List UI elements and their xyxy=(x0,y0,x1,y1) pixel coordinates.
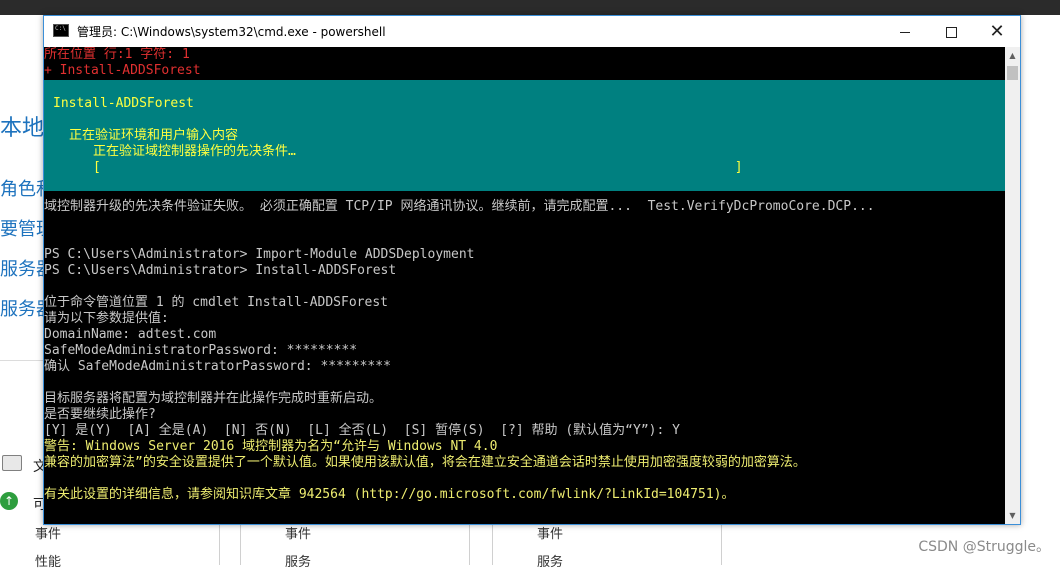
progress-panel: Install-ADDSForest 正在验证环境和用户输入内容 正在验证域控制… xyxy=(44,80,1005,191)
prompt-command-line: PS C:\Users\Administrator> Install-ADDSF… xyxy=(44,263,397,278)
status-ok-icon: ↑ xyxy=(0,492,18,510)
console-output-line: [Y] 是(Y) [A] 全是(A) [N] 否(N) [L] 全否(L) [S… xyxy=(44,423,680,438)
console-output-line: 请为以下参数提供值: xyxy=(44,311,169,326)
pane-row-events[interactable]: 事件 xyxy=(537,523,563,542)
watermark: CSDN @Struggle。 xyxy=(918,539,1050,555)
console-output-line: 位于命令管道位置 1 的 cmdlet Install-ADDSForest xyxy=(44,295,388,310)
console-window[interactable]: 管理员: C:\Windows\system32\cmd.exe - power… xyxy=(43,15,1021,525)
close-icon: ✕ xyxy=(989,21,1005,42)
console-output-line: SafeModeAdministratorPassword: ********* xyxy=(44,343,358,358)
scroll-down-arrow-icon[interactable]: ▼ xyxy=(1005,507,1020,524)
pane-row-services[interactable]: 服务 xyxy=(285,551,311,570)
minimize-icon xyxy=(900,32,910,33)
console-output-line: 警告: Windows Server 2016 域控制器为名为“允许与 Wind… xyxy=(44,439,498,454)
background-local-server-title: 本地 xyxy=(0,116,45,141)
vertical-scrollbar[interactable]: ▲ ▼ xyxy=(1005,47,1020,524)
console-output-line: 确认 SafeModeAdministratorPassword: ******… xyxy=(44,359,391,374)
background-window-top-strip xyxy=(0,0,1060,15)
pane-row-events[interactable]: 事件 xyxy=(285,523,311,542)
progress-activity: Install-ADDSForest xyxy=(53,96,194,111)
pane-row-services[interactable]: 服务 xyxy=(537,551,563,570)
console-app-icon[interactable] xyxy=(53,24,69,37)
progress-operation: 正在验证域控制器操作的先决条件… xyxy=(93,144,296,159)
close-button[interactable]: ✕ xyxy=(974,16,1020,47)
folder-icon xyxy=(2,455,22,471)
progress-bar: [ ] xyxy=(93,160,743,175)
console-output-line: 目标服务器将配置为域控制器并在此操作完成时重新启动。 xyxy=(44,391,383,406)
error-location-line: 所在位置 行:1 字符: 1 xyxy=(44,47,190,62)
error-command-line: + Install-ADDSForest xyxy=(44,63,201,78)
console-output-line: 域控制器升级的先决条件验证失败。 必须正确配置 TCP/IP 网络通讯协议。继续… xyxy=(44,199,875,214)
pane-row-events[interactable]: 事件 xyxy=(35,523,61,542)
prompt-command-line: PS C:\Users\Administrator> Import-Module… xyxy=(44,247,475,262)
maximize-button[interactable] xyxy=(928,16,974,47)
title-bar[interactable]: 管理员: C:\Windows\system32\cmd.exe - power… xyxy=(44,16,1020,47)
console-output[interactable]: 所在位置 行:1 字符: 1 + Install-ADDSForest Inst… xyxy=(44,47,1005,524)
console-output-line: 有关此设置的详细信息，请参阅知识库文章 942564 (http://go.mi… xyxy=(44,487,735,502)
minimize-button[interactable] xyxy=(882,16,928,47)
console-output-line: 是否要继续此操作? xyxy=(44,407,156,422)
pane-row-performance[interactable]: 性能 xyxy=(35,551,61,570)
window-title: 管理员: C:\Windows\system32\cmd.exe - power… xyxy=(77,25,386,39)
console-output-line: DomainName: adtest.com xyxy=(44,327,217,342)
console-output-line: 兼容的加密算法”的安全设置提供了一个默认值。如果使用该默认值，将会在建立安全通道… xyxy=(44,455,806,470)
background-separator xyxy=(0,360,45,361)
progress-status: 正在验证环境和用户输入内容 xyxy=(69,128,239,143)
scroll-up-arrow-icon[interactable]: ▲ xyxy=(1005,47,1020,64)
maximize-icon xyxy=(945,27,957,38)
scrollbar-thumb[interactable] xyxy=(1007,66,1018,80)
